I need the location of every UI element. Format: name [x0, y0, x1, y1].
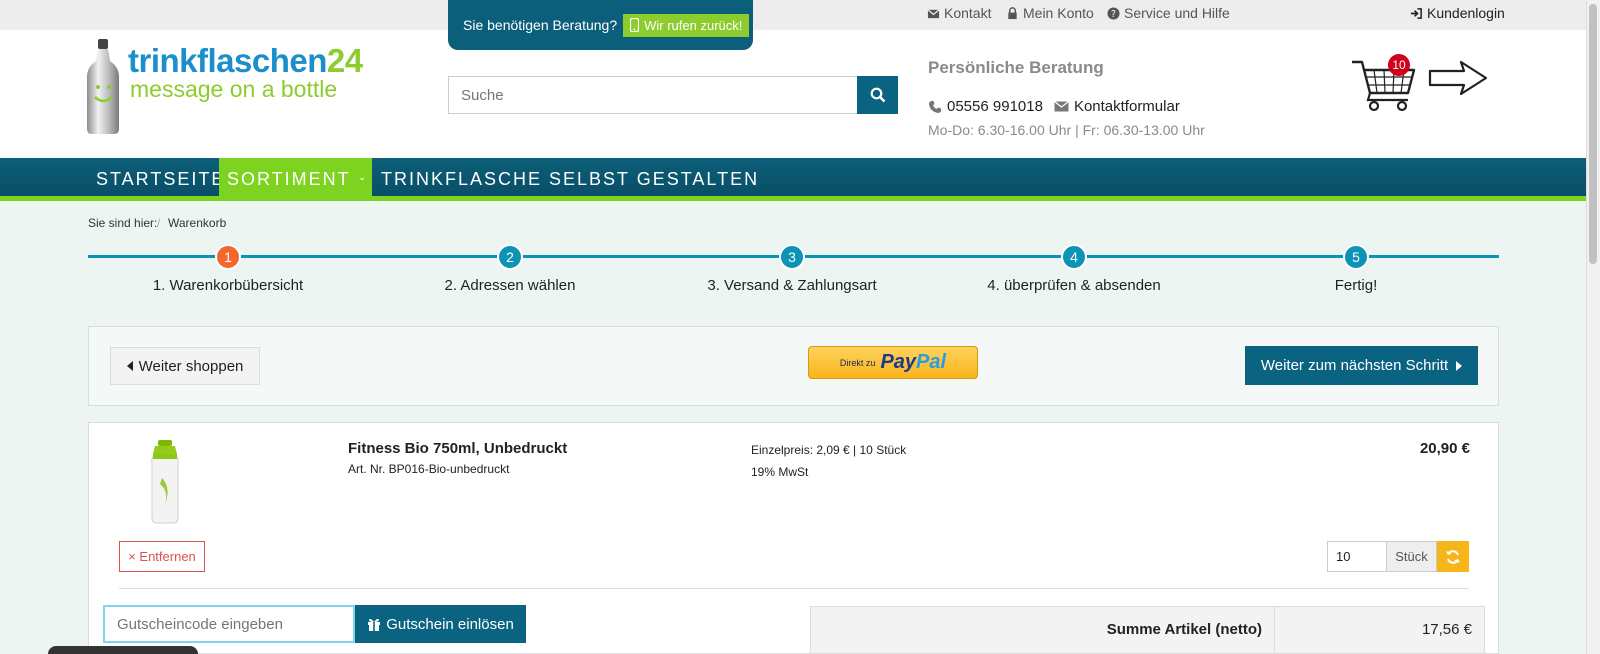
summary-net-value: 17,56 €: [1421, 621, 1472, 638]
product-unit-price: Einzelpreis: 2,09 € | 10 Stück: [751, 443, 907, 457]
sign-in-icon: [1410, 7, 1422, 19]
summary-net-label: Summe Artikel (netto): [1106, 621, 1262, 638]
scrollbar-thumb[interactable]: [1589, 4, 1597, 264]
question-circle-icon: ?: [1107, 6, 1120, 19]
search-input[interactable]: [448, 76, 858, 114]
next-step-label: Weiter zum nächsten Schritt: [1260, 357, 1449, 374]
remove-item-button[interactable]: × Entfernen: [119, 541, 205, 572]
phone-icon: [929, 100, 941, 113]
product-name[interactable]: Fitness Bio 750ml, Unbedruckt: [348, 440, 567, 457]
step-3-label: 3. Versand & Zahlungsart: [707, 277, 877, 294]
nav-design-bottle[interactable]: TRINKFLASCHE SELBST GESTALTEN: [373, 158, 767, 200]
mobile-phone-icon: [630, 18, 640, 32]
product-article-number: Art. Nr. BP016-Bio-unbedruckt: [348, 462, 510, 476]
logo-wordmark[interactable]: trinkflaschen24: [128, 42, 363, 80]
search-button[interactable]: [857, 76, 898, 114]
account-link[interactable]: Mein Konto: [1006, 5, 1094, 21]
cart-divider: [119, 588, 1469, 589]
step-5-label: Fertig!: [1334, 277, 1378, 294]
logo-brand: trinkflaschen: [128, 42, 327, 79]
consultation-title: Persönliche Beratung: [928, 58, 1104, 77]
paypal-logo: PayPal: [880, 351, 946, 374]
step-4-circle: 4: [1061, 244, 1087, 270]
login-link[interactable]: Kundenlogin: [1410, 5, 1505, 21]
arrow-right-icon: [1428, 60, 1488, 96]
paypal-prefix: Direkt zu: [839, 357, 876, 368]
paypal-logo-pay: Pay: [880, 351, 917, 373]
account-link-label: Mein Konto: [1023, 5, 1094, 21]
envelope-icon: [1054, 101, 1069, 112]
redeem-voucher-button[interactable]: Gutschein einlösen: [355, 605, 526, 643]
paypal-logo-pal: Pal: [916, 351, 947, 373]
top-bar: [0, 0, 1586, 30]
paypal-express-button[interactable]: Direkt zu PayPal: [808, 346, 978, 379]
nav-home[interactable]: STARTSEITE: [88, 158, 233, 200]
caret-left-icon: [126, 361, 133, 371]
continue-shopping-button[interactable]: Weiter shoppen: [110, 347, 260, 385]
breadcrumb-separator: /: [157, 216, 161, 230]
cart-count-badge: 10: [1388, 54, 1410, 76]
quantity-unit: Stück: [1387, 541, 1437, 572]
summary-column-divider: [1274, 606, 1275, 654]
help-link-label: Service und Hilfe: [1124, 5, 1230, 21]
opening-hours: Mo-Do: 6.30-16.00 Uhr | Fr: 06.30-13.00 …: [928, 122, 1205, 138]
contact-form-link[interactable]: Kontaktformular: [1074, 98, 1180, 115]
logo-bottle-icon: [86, 37, 122, 135]
step-4-label: 4. überprüfen & absenden: [987, 277, 1161, 294]
next-step-button[interactable]: Weiter zum nächsten Schritt: [1245, 346, 1478, 385]
chevron-down-icon: [359, 177, 364, 181]
logo-tagline: message on a bottle: [130, 76, 338, 102]
product-total-price: 20,90 €: [1419, 440, 1470, 457]
product-vat: 19% MwSt: [751, 465, 809, 479]
step-2-label: 2. Adressen wählen: [444, 277, 576, 294]
caret-right-icon: [1456, 360, 1463, 371]
update-quantity-button[interactable]: [1437, 541, 1469, 572]
consultation-box: Sie benötigen Beratung? Wir rufen zurück…: [448, 0, 753, 50]
step-5-circle: 5: [1343, 244, 1369, 270]
quantity-input[interactable]: [1327, 541, 1387, 572]
nav-assortment-label: SORTIMENT: [227, 168, 351, 189]
chat-widget-tab[interactable]: [48, 646, 198, 654]
step-1-label: 1. Warenkorbübersicht: [152, 277, 304, 294]
help-link[interactable]: ? Service und Hilfe: [1107, 5, 1230, 21]
phone-number[interactable]: 05556 991018: [947, 98, 1043, 115]
consultation-question: Sie benötigen Beratung?: [463, 17, 618, 33]
search-icon: [870, 87, 885, 103]
envelope-icon: [927, 8, 940, 18]
product-image[interactable]: [150, 440, 180, 524]
breadcrumb-current[interactable]: Warenkorb: [168, 216, 226, 230]
step-2-circle: 2: [497, 244, 523, 270]
contact-link[interactable]: Kontakt: [927, 5, 991, 21]
consultation-contacts: 05556 991018 Kontaktformular: [928, 98, 1180, 115]
breadcrumb-prefix: Sie sind hier:: [88, 216, 158, 230]
nav-assortment[interactable]: SORTIMENT: [219, 158, 372, 200]
continue-shopping-label: Weiter shoppen: [138, 357, 244, 375]
step-3-circle: 3: [779, 244, 805, 270]
refresh-icon: [1446, 549, 1460, 564]
gift-icon: [368, 618, 381, 631]
redeem-voucher-label: Gutschein einlösen: [386, 615, 514, 633]
callback-label: Wir rufen zurück!: [644, 17, 743, 33]
logo-number: 24: [326, 42, 363, 79]
voucher-code-input[interactable]: [103, 605, 355, 643]
contact-link-label: Kontakt: [944, 5, 992, 21]
step-1-circle: 1: [215, 244, 241, 270]
svg-text:?: ?: [1111, 8, 1116, 19]
lock-icon: [1008, 6, 1017, 19]
login-link-label: Kundenlogin: [1427, 5, 1505, 21]
callback-button[interactable]: Wir rufen zurück!: [623, 13, 750, 37]
